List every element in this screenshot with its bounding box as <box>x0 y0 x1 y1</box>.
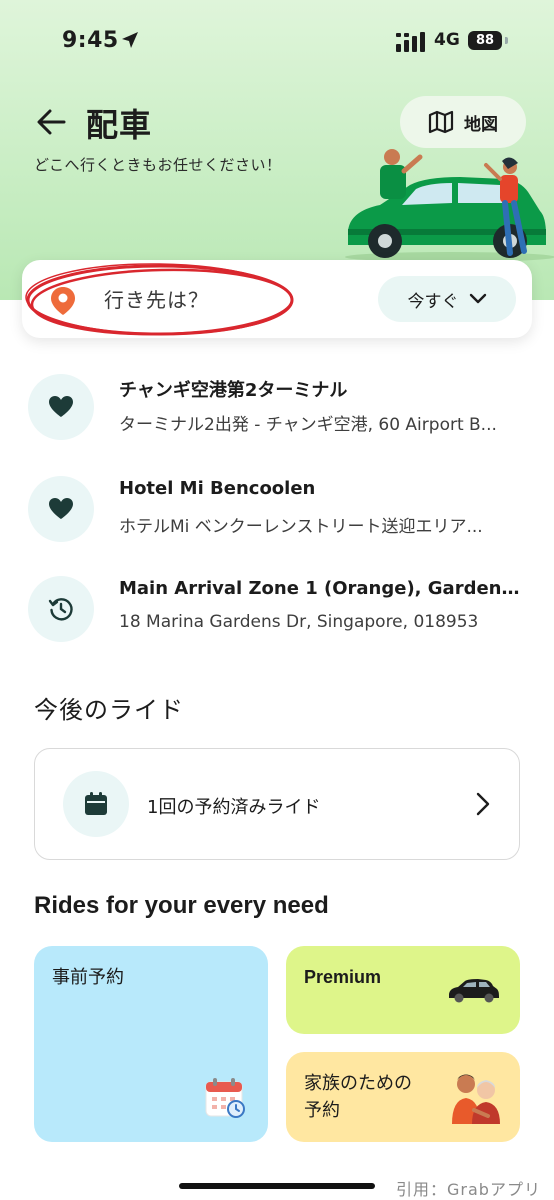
location-pin-icon <box>51 287 75 315</box>
premium-tile[interactable]: Premium <box>286 946 520 1034</box>
ride-illustration <box>345 149 554 262</box>
time-selector-label: 今すぐ <box>407 291 459 312</box>
destination-input[interactable]: 行き先は？ <box>104 284 209 313</box>
map-icon <box>428 110 454 134</box>
battery-indicator: 88 <box>468 31 502 50</box>
page-title: 配車 <box>86 106 153 144</box>
back-arrow-icon <box>37 109 66 135</box>
chevron-right-icon <box>476 792 490 816</box>
rides-heading: Rides for your every need <box>34 892 329 919</box>
tile-label-line2: 予約 <box>304 1100 340 1121</box>
place-title: Main Arrival Zone 1 (Orange), Gardens By… <box>119 578 529 599</box>
network-type: 4G <box>434 30 460 50</box>
back-button[interactable] <box>34 104 74 140</box>
saved-place-item[interactable]: Hotel Mi Bencoolen ホテルMi ベンクーレンストリート送迎エリ… <box>28 474 538 544</box>
place-title: チャンギ空港第2ターミナル <box>119 380 348 401</box>
recent-place-item[interactable]: Main Arrival Zone 1 (Orange), Gardens By… <box>28 574 538 644</box>
signal-icon <box>396 32 425 52</box>
family-booking-tile[interactable]: 家族のための 予約 <box>286 1052 520 1142</box>
tile-label: 家族のための 予約 <box>304 1070 412 1124</box>
heart-icon <box>28 476 94 542</box>
location-arrow-icon <box>122 32 138 48</box>
chevron-down-icon <box>469 293 486 304</box>
tile-label: 事前予約 <box>52 967 124 988</box>
advance-booking-tile[interactable]: 事前予約 <box>34 946 268 1142</box>
family-icon <box>452 1074 500 1124</box>
status-bar: 9:45 4G 88 <box>0 26 554 58</box>
place-address: ホテルMi ベンクーレンストリート送迎エリア... <box>119 517 483 537</box>
image-credit: 引用：Grabアプリ <box>396 1180 541 1199</box>
home-indicator[interactable] <box>179 1183 375 1189</box>
history-icon <box>28 576 94 642</box>
map-button-label: 地図 <box>464 114 498 135</box>
battery-tip <box>505 37 508 44</box>
calendar-clock-icon <box>205 1078 245 1118</box>
place-title: Hotel Mi Bencoolen <box>119 478 316 499</box>
tile-label-line1: 家族のための <box>304 1073 412 1094</box>
destination-search-card: 行き先は？ 今すぐ <box>22 260 532 338</box>
place-address: 18 Marina Gardens Dr, Singapore, 018953 <box>119 612 479 632</box>
place-address: ターミナル2出発 - チャンギ空港, 60 Airport B... <box>119 415 497 435</box>
heart-icon <box>28 374 94 440</box>
time-selector-button[interactable]: 今すぐ <box>378 276 516 322</box>
map-button[interactable]: 地図 <box>400 96 526 148</box>
scheduled-rides-card[interactable]: 1回の予約済みライド <box>34 748 520 860</box>
saved-place-item[interactable]: チャンギ空港第2ターミナル ターミナル2出発 - チャンギ空港, 60 Airp… <box>28 372 538 442</box>
page-subtitle: どこへ行くときもお任せください！ <box>34 156 282 174</box>
status-time: 9:45 <box>62 28 119 53</box>
scheduled-rides-label: 1回の予約済みライド <box>147 797 321 818</box>
tile-label: Premium <box>304 967 382 987</box>
premium-car-icon <box>449 979 499 1003</box>
upcoming-rides-heading: 今後のライド <box>34 696 184 724</box>
calendar-icon <box>63 771 129 837</box>
